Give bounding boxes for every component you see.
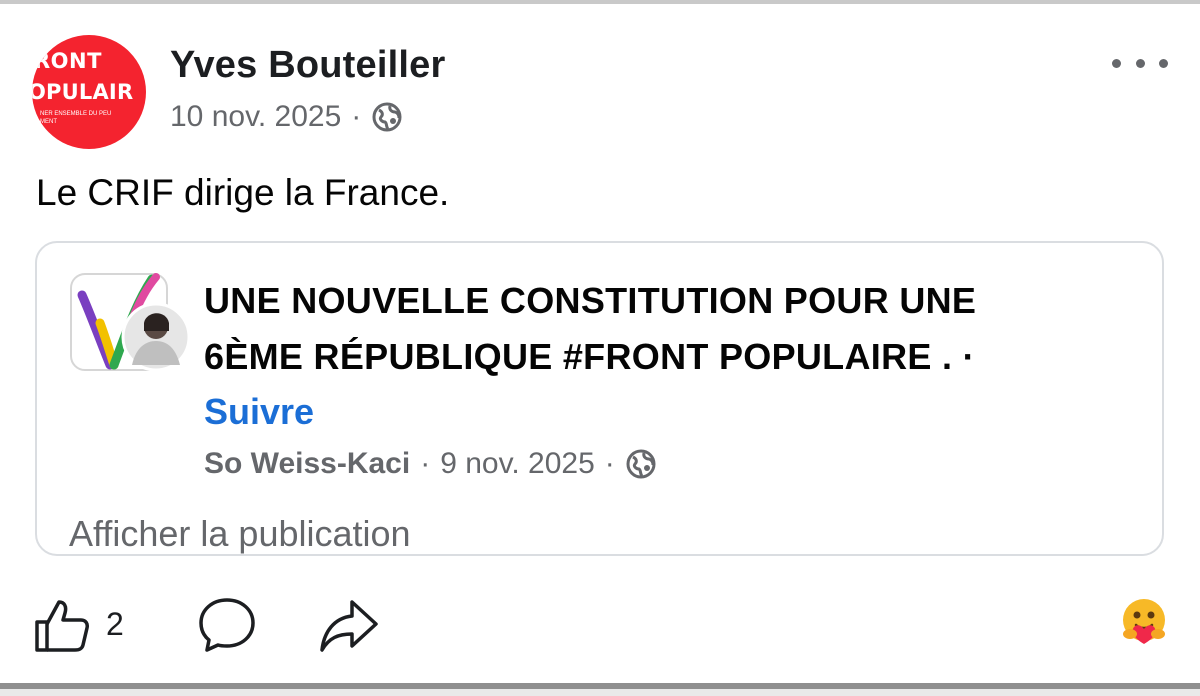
more-dot-icon xyxy=(1159,58,1168,68)
care-emoji-icon[interactable] xyxy=(1118,596,1170,648)
meta-separator: · xyxy=(420,447,431,480)
post-action-bar: 2 xyxy=(0,590,1200,660)
shared-post-date[interactable]: 9 nov. 2025 xyxy=(440,447,595,481)
bottom-border-light xyxy=(0,689,1200,696)
avatar-text-line3: NER ENSEMBLE DU PEU xyxy=(40,111,112,117)
follow-link[interactable]: Suivre xyxy=(204,391,314,433)
thumbs-up-icon[interactable] xyxy=(33,596,91,654)
meta-separator: · xyxy=(604,447,615,480)
post-date[interactable]: 10 nov. 2025 xyxy=(170,100,341,134)
author-name[interactable]: Yves Bouteiller xyxy=(170,44,445,87)
shared-title-line1: UNE NOUVELLE CONSTITUTION POUR UNE xyxy=(204,280,977,321)
more-options-button[interactable] xyxy=(1112,50,1168,76)
comment-icon[interactable] xyxy=(196,596,258,654)
globe-icon[interactable] xyxy=(625,448,657,480)
shared-page-avatar[interactable] xyxy=(70,273,191,373)
avatar-text-line1: RONT xyxy=(34,49,102,73)
shared-post-card[interactable]: UNE NOUVELLE CONSTITUTION POUR UNE 6ÈME … xyxy=(35,241,1164,556)
post-text: Le CRIF dirige la France. xyxy=(36,172,450,213)
globe-icon[interactable] xyxy=(371,101,403,133)
top-border xyxy=(0,0,1200,4)
shared-post-meta: So Weiss-Kaci · 9 nov. 2025 · xyxy=(204,447,657,481)
avatar-text-line4: MENT xyxy=(40,119,57,125)
author-avatar[interactable]: RONT OPULAIR NER ENSEMBLE DU PEU MENT xyxy=(32,35,146,149)
like-count[interactable]: 2 xyxy=(106,606,124,643)
shared-post-title[interactable]: UNE NOUVELLE CONSTITUTION POUR UNE 6ÈME … xyxy=(204,273,1134,385)
show-post-link[interactable]: Afficher la publication xyxy=(69,513,411,555)
post-meta: 10 nov. 2025 · xyxy=(170,100,403,134)
shared-author-name[interactable]: So Weiss-Kaci xyxy=(204,447,410,481)
shared-title-line2: 6ÈME RÉPUBLIQUE #FRONT POPULAIRE . · xyxy=(204,336,975,377)
avatar-text-line2: OPULAIR xyxy=(32,80,134,104)
more-dot-icon xyxy=(1135,58,1145,68)
meta-separator: · xyxy=(351,100,362,133)
share-icon[interactable] xyxy=(318,598,380,654)
more-dot-icon xyxy=(1112,58,1121,68)
